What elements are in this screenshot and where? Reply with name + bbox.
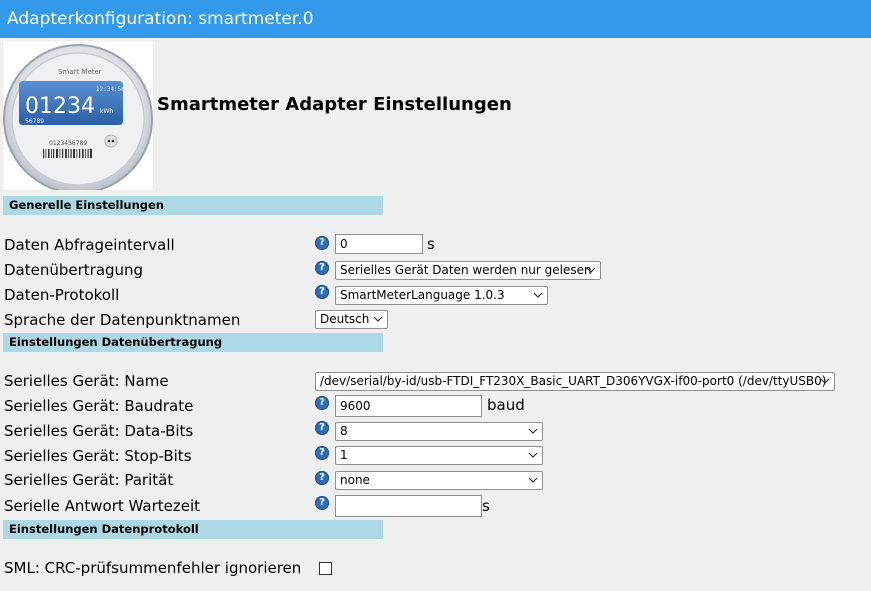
parity-label: Serielles Gerät: Parität	[4, 471, 174, 489]
help-icon[interactable]: ?	[315, 236, 329, 250]
databits-select[interactable]: 8	[335, 422, 543, 441]
crc-checkbox[interactable]	[319, 562, 332, 575]
parity-select[interactable]: none	[335, 471, 543, 490]
serial-name-select-value: /dev/serial/by-id/usb-FTDI_FT230X_Basic_…	[320, 374, 827, 388]
window-title: Adapterkonfiguration: smartmeter.0	[0, 0, 871, 38]
databits-select-value: 8	[340, 424, 348, 438]
language-label: Sprache der Datenpunktnamen	[4, 311, 241, 329]
chevron-down-icon	[528, 428, 538, 434]
interval-unit: s	[427, 235, 435, 253]
section-header-transfer: Einstellungen Datenübertragung	[3, 333, 383, 352]
section-header-general: Generelle Einstellungen	[3, 196, 383, 215]
baudrate-unit: baud	[487, 396, 525, 414]
protocol-select-value: SmartMeterLanguage 1.0.3	[340, 288, 505, 302]
transfer-select[interactable]: Serielles Gerät Daten werden nur gelesen	[335, 261, 601, 280]
section-header-protocol: Einstellungen Datenprotokoll	[3, 520, 383, 539]
stopbits-select[interactable]: 1	[335, 446, 543, 465]
logo-sub: 56789	[25, 118, 44, 125]
smartmeter-logo: Smart Meter 12:34:56 01234 kWh 56789 012…	[3, 41, 153, 190]
chevron-down-icon	[528, 452, 538, 458]
crc-label: SML: CRC-prüfsummenfehler ignorieren	[4, 559, 302, 577]
language-select[interactable]: Deutsch	[315, 310, 388, 329]
help-icon[interactable]: ?	[315, 421, 329, 435]
chevron-down-icon	[820, 378, 830, 384]
databits-label: Serielles Gerät: Data-Bits	[4, 422, 194, 440]
help-icon[interactable]: ?	[315, 446, 329, 460]
baudrate-label: Serielles Gerät: Baudrate	[4, 397, 194, 415]
stopbits-label: Serielles Gerät: Stop-Bits	[4, 447, 192, 465]
chevron-down-icon	[533, 292, 543, 298]
chevron-down-icon	[373, 316, 383, 322]
interval-input[interactable]: 0	[335, 234, 423, 254]
help-icon[interactable]: ?	[315, 496, 329, 510]
serial-name-label: Serielles Gerät: Name	[4, 372, 169, 390]
protocol-label: Daten-Protokoll	[4, 286, 120, 304]
help-icon[interactable]: ?	[315, 285, 329, 299]
chevron-down-icon	[528, 477, 538, 483]
wait-unit: s	[482, 497, 490, 515]
stopbits-select-value: 1	[340, 448, 348, 462]
protocol-select[interactable]: SmartMeterLanguage 1.0.3	[335, 286, 548, 305]
parity-select-value: none	[340, 473, 370, 487]
logo-time: 12:34:56	[96, 86, 125, 93]
transfer-select-value: Serielles Gerät Daten werden nur gelesen	[340, 263, 592, 277]
logo-brand: Smart Meter	[58, 68, 102, 76]
transfer-label: Datenübertragung	[4, 261, 144, 279]
chevron-down-icon	[586, 267, 596, 273]
help-icon[interactable]: ?	[315, 471, 329, 485]
logo-serial: 0123456789	[49, 140, 87, 147]
logo-value: 01234	[25, 94, 95, 119]
baudrate-input[interactable]: 9600	[335, 395, 482, 417]
page-title: Smartmeter Adapter Einstellungen	[157, 94, 512, 115]
logo-unit: kWh	[100, 108, 113, 115]
interval-label: Daten Abfrageintervall	[4, 236, 175, 254]
help-icon[interactable]: ?	[315, 261, 329, 275]
help-icon[interactable]: ?	[315, 396, 329, 410]
wait-label: Serielle Antwort Wartezeit	[4, 497, 201, 515]
language-select-value: Deutsch	[320, 312, 370, 326]
serial-name-select[interactable]: /dev/serial/by-id/usb-FTDI_FT230X_Basic_…	[315, 372, 835, 391]
smartmeter-logo-image: Smart Meter 12:34:56 01234 kWh 56789 012…	[3, 44, 153, 190]
wait-input[interactable]	[335, 495, 482, 517]
